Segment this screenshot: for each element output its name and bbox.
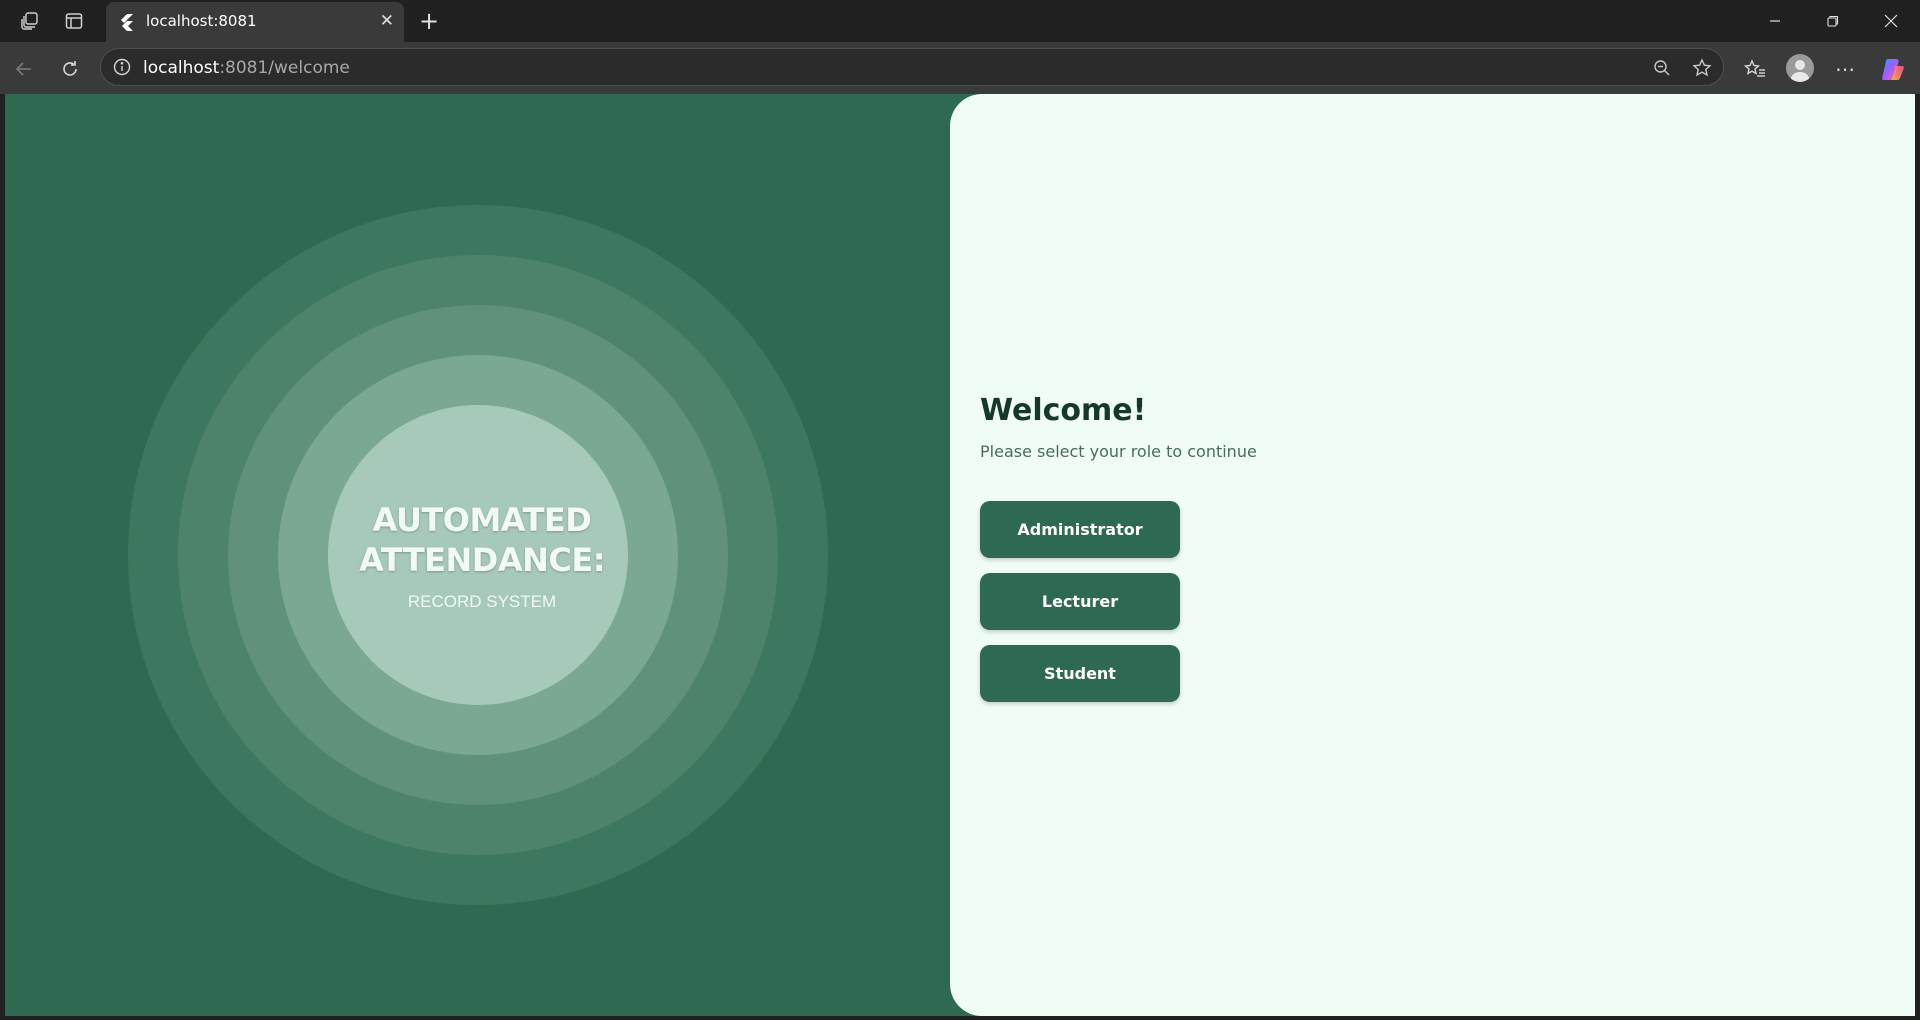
address-bar[interactable]: localhost:8081/welcome <box>100 48 1724 86</box>
browser-toolbar: localhost:8081/welcome ⋯ <box>0 42 1920 94</box>
plus-icon[interactable]: + <box>414 6 444 36</box>
hero-title-line1: AUTOMATED <box>372 501 592 539</box>
url-text[interactable]: localhost:8081/welcome <box>143 58 350 78</box>
administrator-button[interactable]: Administrator <box>980 501 1180 558</box>
hero-title-line2: ATTENDANCE: <box>358 541 606 579</box>
minimize-icon[interactable] <box>1752 6 1798 36</box>
hero-subtitle: RECORD SYSTEM <box>407 592 557 611</box>
hero-panel: AUTOMATED ATTENDANCE: RECORD SYSTEM <box>5 94 950 1016</box>
workspaces-icon[interactable] <box>12 6 48 36</box>
profile-icon[interactable] <box>1786 54 1814 82</box>
star-icon[interactable] <box>1689 56 1715 80</box>
hero-text-block: AUTOMATED ATTENDANCE: RECORD SYSTEM <box>332 500 632 612</box>
tab-active[interactable]: localhost:8081 ✕ <box>106 2 404 42</box>
close-icon[interactable]: ✕ <box>380 11 394 31</box>
url-host: localhost <box>143 58 220 78</box>
url-path: :8081/welcome <box>219 58 350 78</box>
vertical-tabs-icon[interactable] <box>56 6 92 36</box>
tab-title: localhost:8081 <box>146 12 257 30</box>
lecturer-button[interactable]: Lecturer <box>980 573 1180 630</box>
info-icon[interactable] <box>113 58 131 76</box>
back-arrow-icon[interactable] <box>7 52 41 86</box>
favorites-icon[interactable] <box>1738 52 1772 86</box>
role-selection-panel: Welcome! Please select your role to cont… <box>950 94 1915 1016</box>
welcome-subtitle: Please select your role to continue <box>980 442 1257 461</box>
zoom-out-icon[interactable] <box>1649 56 1675 80</box>
restore-icon[interactable] <box>1810 6 1856 36</box>
flutter-logo-icon <box>118 13 136 31</box>
close-window-icon[interactable] <box>1868 6 1914 36</box>
welcome-heading: Welcome! <box>980 393 1147 428</box>
refresh-icon[interactable] <box>53 52 87 86</box>
copilot-icon[interactable] <box>1876 52 1910 86</box>
student-button[interactable]: Student <box>980 645 1180 702</box>
more-icon[interactable]: ⋯ <box>1828 52 1862 86</box>
browser-title-bar: localhost:8081 ✕ + <box>0 0 1920 42</box>
page-viewport: AUTOMATED ATTENDANCE: RECORD SYSTEM Welc… <box>5 94 1915 1016</box>
